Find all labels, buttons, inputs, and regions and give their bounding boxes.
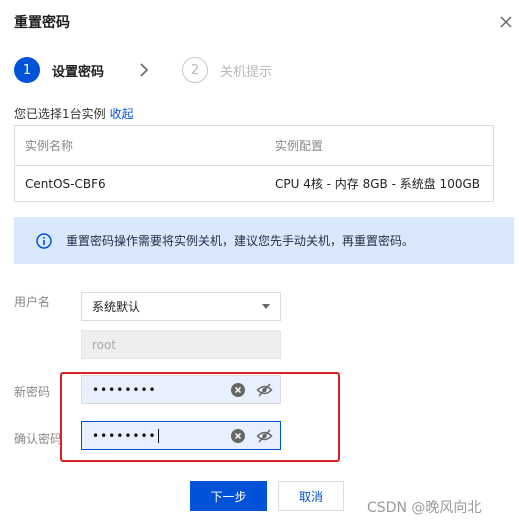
new-password-value: ••••••••: [92, 382, 157, 397]
step-indicator: 1 设置密码 2 关机提示: [14, 57, 272, 83]
table-header-name: 实例名称: [25, 139, 74, 153]
chevron-right-icon: [140, 63, 149, 77]
eye-off-icon[interactable]: [256, 382, 273, 398]
username-readonly-field: root: [81, 330, 281, 359]
table-header-row: 实例名称 实例配置: [15, 126, 493, 166]
close-icon[interactable]: [498, 14, 514, 30]
clear-icon[interactable]: [231, 383, 245, 397]
notice-banner: 重置密码操作需要将实例关机，建议您先手动关机，再重置密码。: [14, 217, 514, 264]
watermark: CSDN @晚风向北: [367, 500, 482, 516]
confirm-password-label: 确认密码: [14, 432, 63, 446]
selection-text: 您已选择1台实例: [14, 107, 106, 121]
dialog-title: 重置密码: [14, 15, 70, 31]
username-select-value: 系统默认: [92, 300, 141, 314]
table-row: CentOS-CBF6 CPU 4核 - 内存 8GB - 系统盘 100GB: [15, 166, 493, 201]
username-label: 用户名: [14, 295, 51, 309]
instance-name-cell: CentOS-CBF6: [25, 176, 106, 191]
step-2-label: 关机提示: [220, 64, 273, 80]
text-cursor: [157, 428, 159, 443]
caret-down-icon: [262, 304, 270, 309]
selection-summary: 您已选择1台实例 收起: [14, 105, 134, 122]
instance-config-cell: CPU 4核 - 内存 8GB - 系统盘 100GB: [275, 177, 480, 191]
confirm-password-input[interactable]: ••••••••: [81, 421, 281, 450]
eye-off-icon[interactable]: [256, 428, 273, 444]
clear-icon[interactable]: [231, 429, 245, 443]
cancel-button[interactable]: 取消: [278, 481, 344, 511]
confirm-password-value: ••••••••: [92, 428, 157, 443]
new-password-input[interactable]: ••••••••: [81, 375, 281, 404]
step-1-label: 设置密码: [52, 64, 105, 80]
step-1-circle: 1: [14, 57, 40, 83]
instance-table: 实例名称 实例配置 CentOS-CBF6 CPU 4核 - 内存 8GB - …: [14, 125, 494, 202]
info-icon: [36, 232, 52, 249]
table-header-config: 实例配置: [275, 139, 324, 153]
notice-text: 重置密码操作需要将实例关机，建议您先手动关机，再重置密码。: [66, 234, 415, 248]
new-password-label: 新密码: [14, 385, 51, 399]
step-2-circle: 2: [182, 57, 209, 83]
collapse-link[interactable]: 收起: [110, 107, 134, 121]
username-select[interactable]: 系统默认: [81, 292, 281, 321]
next-step-button[interactable]: 下一步: [190, 481, 267, 511]
